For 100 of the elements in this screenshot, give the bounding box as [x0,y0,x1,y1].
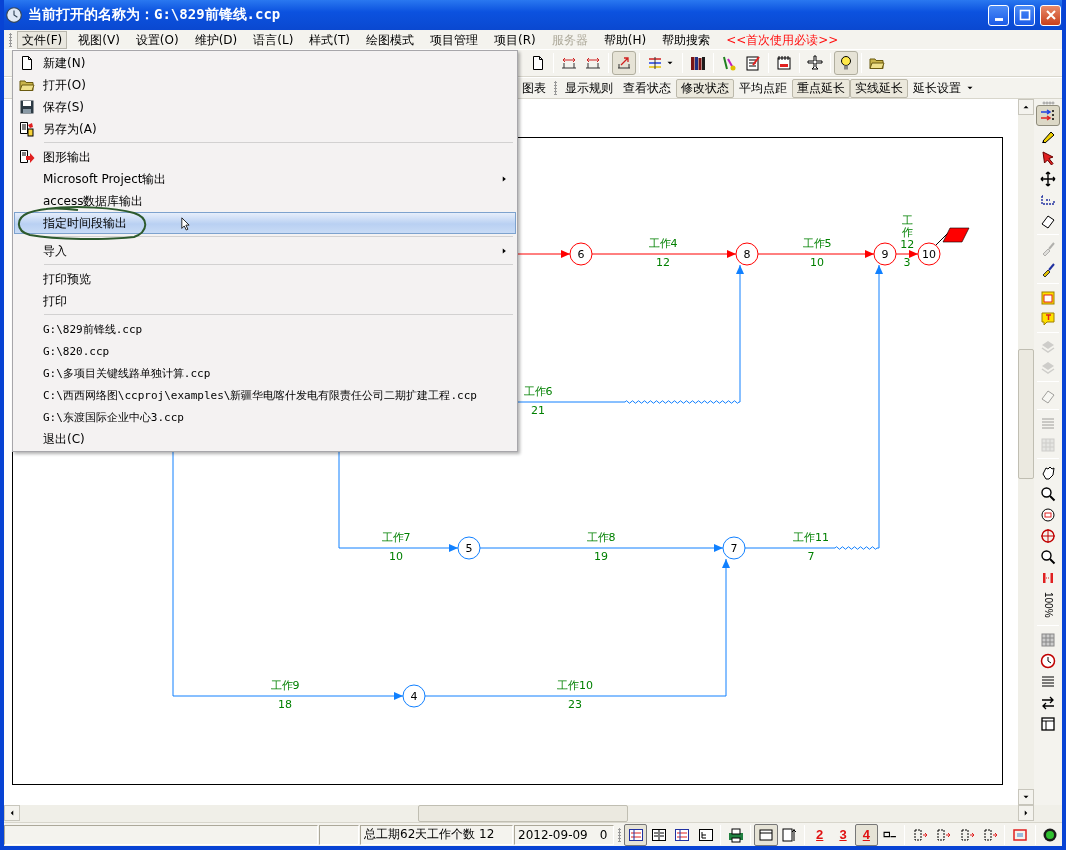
toolbar-button[interactable]: 延长设置 [908,78,980,98]
menu-item[interactable]: 图形输出 [14,146,516,168]
activity-duration: 10 [389,551,403,563]
status-count: 0 [599,827,608,842]
activity-duration: 12 [656,257,670,269]
table-icon [627,826,644,843]
brush-icon [1040,240,1056,257]
activity-name: 工作6 [523,386,553,398]
toolbar-grip[interactable] [9,32,12,47]
activity-name: 工作7 [381,532,411,544]
level-button[interactable]: 2 [808,823,832,846]
activity-duration: 10 [810,257,824,269]
menu-item[interactable]: 帮助搜索 [657,30,716,49]
small-letter-mark-icon [882,831,897,838]
clock-icon [5,6,23,24]
scroll-up-button[interactable] [1018,99,1034,115]
activity-name: 工作11 [793,532,829,544]
minimize-button[interactable] [988,4,1009,26]
toolbar-button[interactable]: 平均点距 [734,78,792,98]
event-node: 4 [402,684,426,708]
menu-item[interactable]: 打印 [14,290,516,312]
menu-item[interactable]: 设置(O) [130,30,184,49]
activity-duration: 19 [594,551,608,563]
scroll-left-button[interactable] [4,805,20,821]
swap-arrows-icon [1040,694,1056,711]
tool-button[interactable] [1036,105,1060,126]
menu-item[interactable]: G:\东渡国际企业中心3.ccp [14,406,516,428]
toolbar-grip[interactable] [618,827,621,842]
menu-item[interactable]: 新建(N) [14,52,516,74]
level-button[interactable]: 3 [831,823,855,846]
menu-item[interactable]: G:\多项目关键线路单独计算.ccp [14,362,516,384]
framed-picture-icon [1012,826,1029,843]
toolbar-button[interactable] [834,51,858,75]
menu-item[interactable]: 导入 [14,240,516,262]
notepad-icon [745,55,761,71]
zoom-percent-button[interactable]: 100% [1036,588,1060,622]
menu-item[interactable]: 帮助(H) [598,30,652,49]
event-node: 8 [735,242,759,266]
grid-icon [1040,436,1056,453]
scrollbar-thumb[interactable] [418,805,628,822]
menu-item[interactable]: 打印预览 [14,268,516,290]
stacked-layers-icon [1040,359,1056,376]
status-summary: 总工期62天工作个数 12 [364,826,495,843]
scrollbar-thumb[interactable] [1018,349,1034,479]
menu-item[interactable]: 项目管理 [425,30,484,49]
event-node: 10 [917,242,941,266]
status-button[interactable] [624,823,648,846]
magnifier-icon [1040,485,1056,502]
menu-item[interactable]: 打开(O) [14,74,516,96]
status-date: 2012-09-09 [518,827,588,842]
menu-item[interactable]: 视图(V) [73,30,125,49]
expand-arrows-icon [935,826,952,843]
toolbar-grip[interactable] [1042,101,1054,105]
menu-item[interactable]: access数据库输出 [14,190,516,212]
lines-icon [1040,415,1056,432]
toolbar-button[interactable]: 实线延长 [850,78,908,98]
level-button[interactable]: 4 [854,823,878,846]
arrows-icon [1040,107,1056,124]
expand-arrows-icon [958,826,975,843]
activity-name: 工作8 [586,532,616,544]
scroll-down-button[interactable] [1018,789,1034,805]
scroll-right-button[interactable] [1018,805,1034,821]
menu-item[interactable]: 样式(T) [304,30,356,49]
activity-duration: 23 [568,699,582,711]
framed-label-icon [1040,289,1056,306]
toolbar-grip[interactable] [554,81,557,95]
toolbar-button[interactable]: 显示规则 [560,78,618,98]
colored-lines-icon [647,55,663,71]
menu-item[interactable]: G:\829前锋线.ccp [14,318,516,340]
menu-item[interactable]: 退出(C) [14,428,516,450]
event-node: 9 [873,242,897,266]
activity-name: 工作5 [802,238,832,250]
tree-icon [697,826,714,843]
menu-item[interactable]: 绘图模式 [361,30,420,49]
notice-link[interactable]: <<首次使用必读>> [721,30,844,49]
window-layout-icon [1040,715,1056,732]
grid-icon [1040,631,1056,648]
close-button[interactable] [1040,4,1061,26]
menu-item[interactable]: C:\西西网络图\ccproj\examples\新疆华电喀什发电有限责任公司二期扩建工程.ccp [14,384,516,406]
menu-item[interactable]: 项目(R) [489,30,541,49]
menu-item[interactable]: Microsoft Project输出 [14,168,516,190]
toolbar-button[interactable]: 修改状态 [676,78,734,98]
minimize-icon [994,17,1003,21]
menu-item[interactable]: 指定时间段输出 [14,212,516,234]
move-icon [1040,170,1056,187]
maximize-button[interactable] [1014,4,1035,26]
toolbar-button[interactable]: 重点延长 [792,78,850,98]
toolbar-button[interactable]: 查看状态 [618,78,676,98]
event-node: 6 [569,242,593,266]
menu-item[interactable]: 语言(L) [248,30,299,49]
menu-item[interactable]: 文件(F) [17,30,68,49]
toolbar-button[interactable]: 图表 [517,78,551,98]
menu-item[interactable]: 维护(D) [189,30,243,49]
menu-item[interactable]: G:\820.ccp [14,340,516,362]
folder-icon [19,77,35,93]
activity-name: 工作12 [900,215,915,252]
menu-item[interactable]: 另存为(A) [14,118,516,140]
activity-arrow [516,250,571,258]
menu-item[interactable]: 保存(S) [14,96,516,118]
table-icon [674,826,691,843]
